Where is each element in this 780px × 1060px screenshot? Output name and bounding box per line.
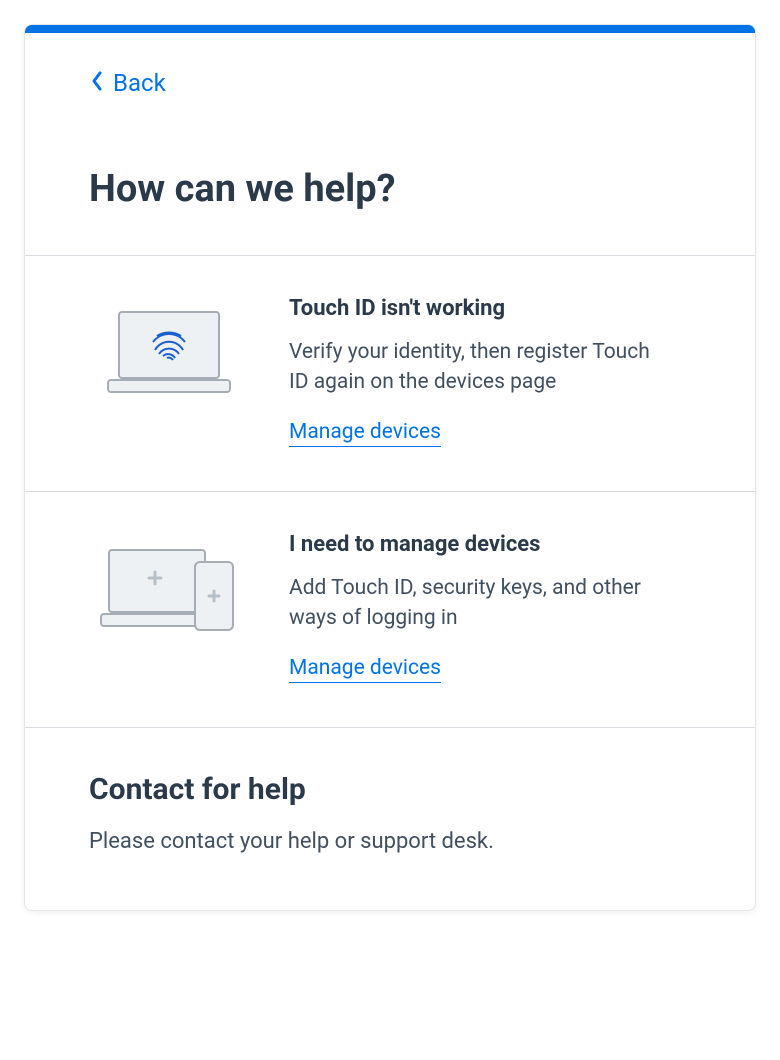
manage-devices-link[interactable]: Manage devices: [289, 420, 441, 447]
help-option-title: I need to manage devices: [289, 532, 691, 557]
contact-title: Contact for help: [89, 772, 691, 807]
laptop-fingerprint-icon: [89, 296, 249, 398]
chevron-left-icon: [89, 69, 105, 97]
help-option-description: Add Touch ID, security keys, and other w…: [289, 573, 669, 634]
laptop-phone-add-icon: [89, 532, 249, 634]
help-option-text: I need to manage devices Add Touch ID, s…: [289, 532, 691, 683]
page-title: How can we help?: [89, 167, 691, 211]
contact-description: Please contact your help or support desk…: [89, 829, 691, 854]
header-area: Back How can we help?: [25, 33, 755, 255]
manage-devices-link[interactable]: Manage devices: [289, 656, 441, 683]
help-option-text: Touch ID isn't working Verify your ident…: [289, 296, 691, 447]
help-option-description: Verify your identity, then register Touc…: [289, 337, 669, 398]
help-card: Back How can we help?: [24, 24, 756, 911]
help-option-title: Touch ID isn't working: [289, 296, 691, 321]
help-option-manage-devices: I need to manage devices Add Touch ID, s…: [25, 491, 755, 727]
help-option-touch-id: Touch ID isn't working Verify your ident…: [25, 255, 755, 491]
back-label: Back: [113, 69, 166, 97]
accent-bar: [25, 25, 755, 33]
back-link[interactable]: Back: [89, 69, 166, 97]
contact-section: Contact for help Please contact your hel…: [25, 727, 755, 910]
